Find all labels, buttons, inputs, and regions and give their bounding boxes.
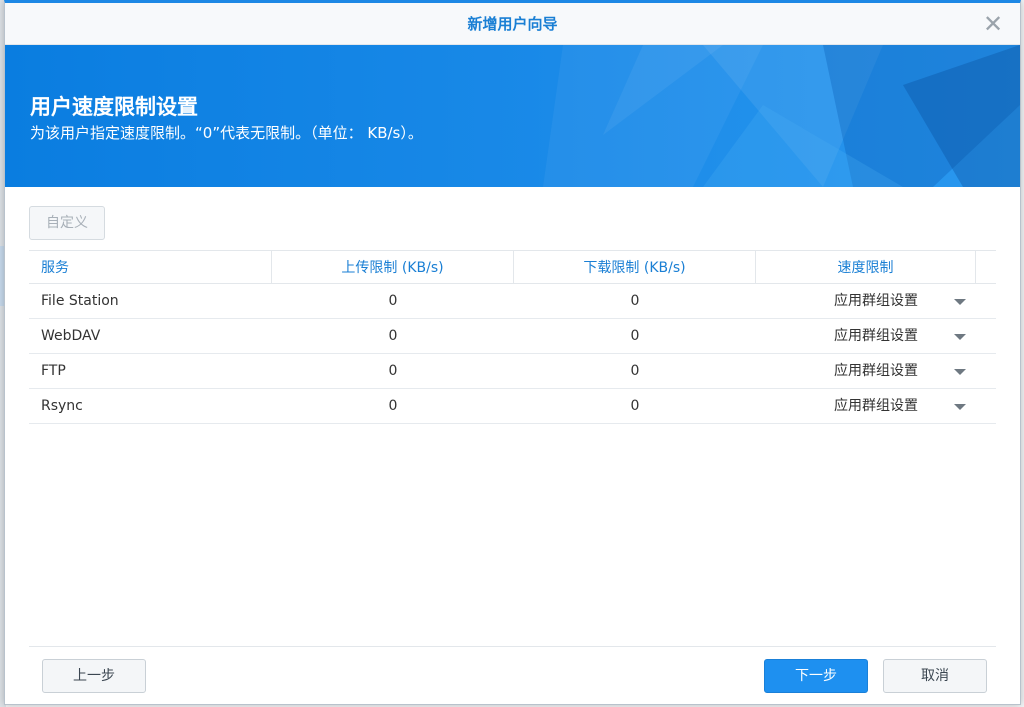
speed-limit-value: 应用群组设置 [834, 363, 918, 379]
wizard-dialog: 新增用户向导 ✕ 用户速度限制设置 为该用户指定速度限制。“0”代表无限制。（单… [4, 0, 1021, 705]
service-cell: FTP [41, 363, 66, 379]
cancel-button[interactable]: 取消 [883, 659, 987, 693]
header-banner: 用户速度限制设置 为该用户指定速度限制。“0”代表无限制。（单位： KB/s）。 [5, 45, 1020, 187]
table-header: 服务 上传限制 (KB/s) 下载限制 (KB/s) 速度限制 [29, 250, 996, 284]
download-cell[interactable]: 0 [514, 319, 756, 353]
service-cell: WebDAV [41, 328, 101, 344]
chevron-down-icon[interactable] [954, 334, 966, 340]
page-heading: 用户速度限制设置 [30, 95, 198, 119]
close-icon[interactable]: ✕ [980, 11, 1006, 37]
upload-cell[interactable]: 0 [272, 389, 514, 423]
download-cell[interactable]: 0 [514, 284, 756, 318]
column-header-spacer [976, 251, 996, 283]
table-row[interactable]: WebDAV 0 0 应用群组设置 [29, 319, 996, 354]
speed-limit-select[interactable]: 应用群组设置 [756, 284, 996, 318]
download-cell[interactable]: 0 [514, 389, 756, 423]
service-cell: File Station [41, 293, 119, 309]
table-row[interactable]: FTP 0 0 应用群组设置 [29, 354, 996, 389]
column-header-download[interactable]: 下载限制 (KB/s) [514, 251, 756, 283]
speed-limit-value: 应用群组设置 [834, 328, 918, 344]
custom-button[interactable]: 自定义 [29, 206, 105, 240]
table-row[interactable]: File Station 0 0 应用群组设置 [29, 284, 996, 319]
speed-limit-select[interactable]: 应用群组设置 [756, 354, 996, 388]
upload-cell[interactable]: 0 [272, 319, 514, 353]
speed-limit-select[interactable]: 应用群组设置 [756, 319, 996, 353]
chevron-down-icon[interactable] [954, 369, 966, 375]
download-cell[interactable]: 0 [514, 354, 756, 388]
previous-button[interactable]: 上一步 [42, 659, 146, 693]
speed-limit-select[interactable]: 应用群组设置 [756, 389, 996, 423]
page-description: 为该用户指定速度限制。“0”代表无限制。（单位： KB/s）。 [30, 124, 423, 142]
chevron-down-icon[interactable] [954, 404, 966, 410]
dialog-titlebar: 新增用户向导 ✕ [5, 3, 1020, 45]
dialog-footer: 上一步 下一步 取消 [29, 646, 996, 704]
chevron-down-icon[interactable] [954, 299, 966, 305]
upload-cell[interactable]: 0 [272, 354, 514, 388]
speed-limit-value: 应用群组设置 [834, 293, 918, 309]
upload-cell[interactable]: 0 [272, 284, 514, 318]
next-button[interactable]: 下一步 [764, 659, 868, 693]
dialog-title: 新增用户向导 [467, 15, 558, 33]
column-header-speed-limit[interactable]: 速度限制 [756, 251, 976, 283]
toolbar: 自定义 [29, 206, 105, 240]
column-header-upload[interactable]: 上传限制 (KB/s) [272, 251, 514, 283]
table-row[interactable]: Rsync 0 0 应用群组设置 [29, 389, 996, 424]
speed-limit-value: 应用群组设置 [834, 398, 918, 414]
service-cell: Rsync [41, 398, 83, 414]
speed-limit-table: 服务 上传限制 (KB/s) 下载限制 (KB/s) 速度限制 File Sta… [29, 250, 996, 424]
column-header-service[interactable]: 服务 [29, 251, 272, 283]
